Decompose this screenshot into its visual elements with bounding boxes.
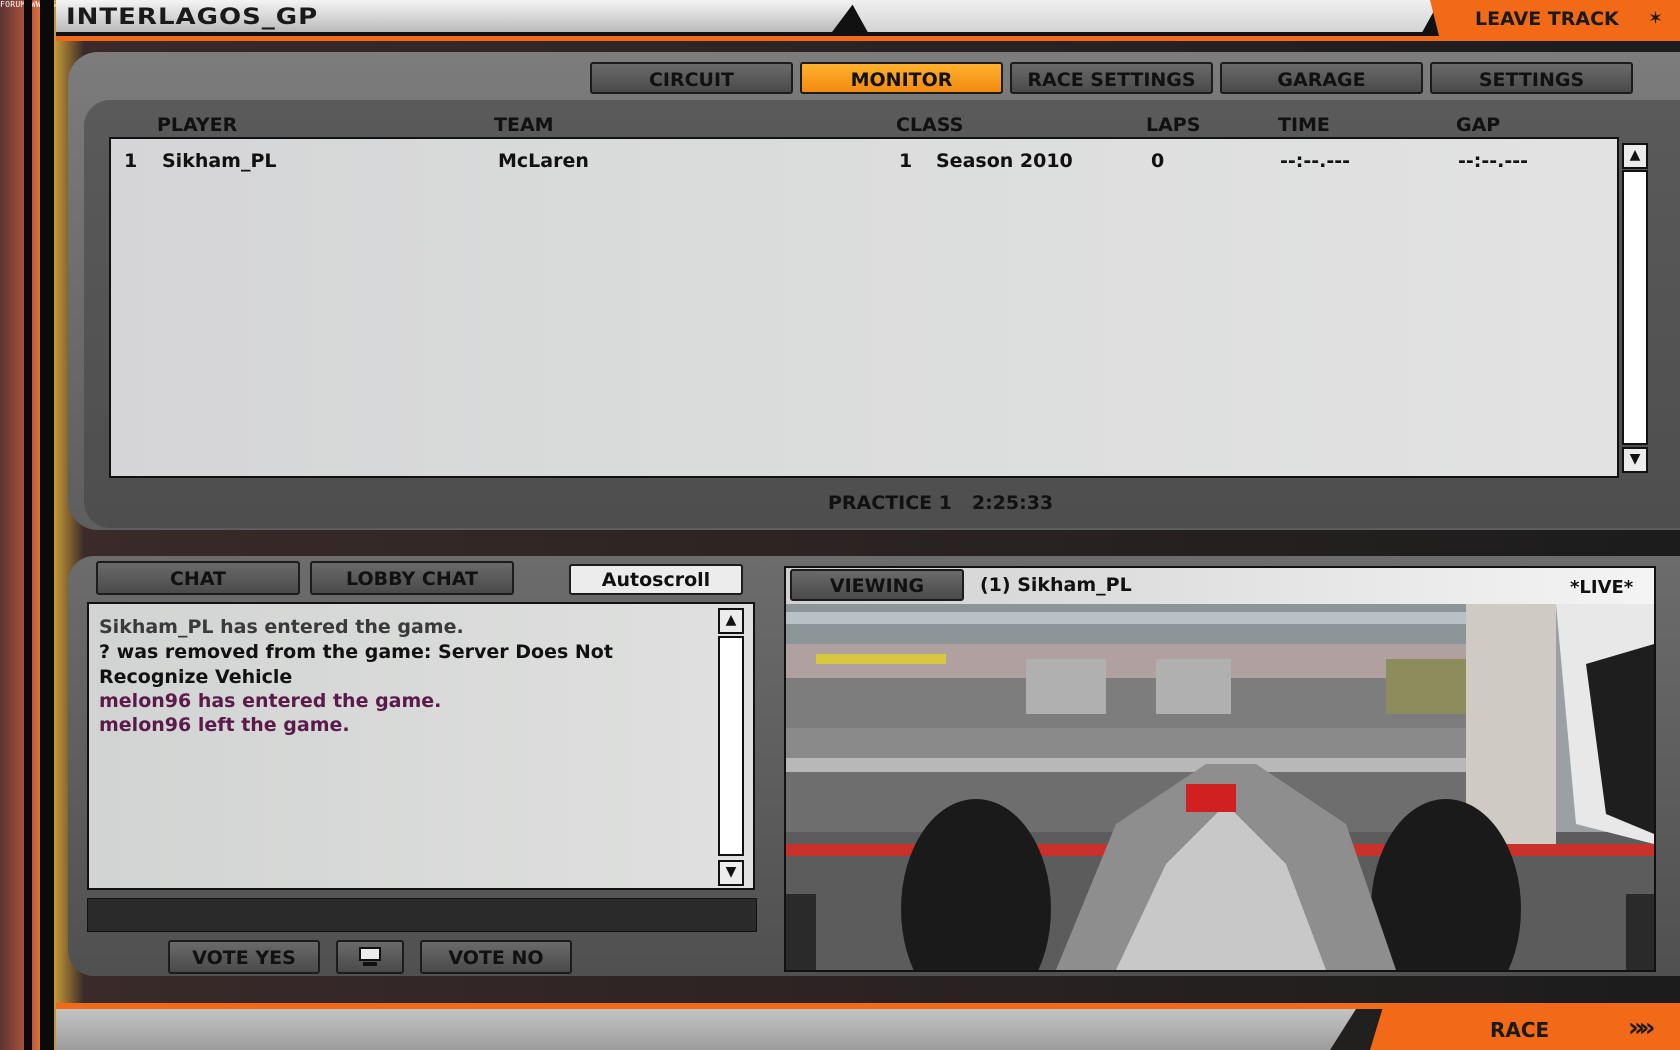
race-arrow-icon[interactable]: »» [1628,1013,1655,1043]
race-scene [786,604,1654,970]
tab-garage[interactable]: GARAGE [1220,62,1423,94]
standings-scrollbar[interactable] [1622,170,1648,445]
session-name: PRACTICE 1 [828,492,952,514]
chat-message: Recognize Vehicle [99,666,293,688]
row-time: --:--.--- [1280,150,1351,172]
chat-message: ? was removed from the game: Server Does… [99,641,613,663]
column-header-laps[interactable]: LAPS [1146,114,1200,136]
bottom-bar [56,1009,1356,1050]
chat-input[interactable] [87,898,757,932]
chat-scrollbar[interactable] [718,636,744,856]
tab-circuit[interactable]: CIRCUIT [590,62,793,94]
column-header-player[interactable]: PLAYER [157,114,237,136]
tab-lobby-chat[interactable]: LOBBY CHAT [310,561,514,595]
track-name: INTERLAGOS_GP [66,4,319,30]
accent-line [56,36,1680,41]
tab-race-settings[interactable]: RACE SETTINGS [1010,62,1213,94]
leave-track-label[interactable]: LEAVE TRACK [1475,8,1619,30]
frame-bar [40,0,54,1050]
scroll-up-icon[interactable]: ▲ [1622,143,1648,169]
tab-chat[interactable]: CHAT [96,561,300,595]
race-label[interactable]: RACE [1490,1018,1549,1042]
row-team: McLaren [498,150,589,172]
onboard-camera-view [786,604,1654,970]
column-header-gap[interactable]: GAP [1456,114,1500,136]
column-header-team[interactable]: TEAM [494,114,554,136]
title-bar-extension [850,0,1440,32]
chat-message: melon96 has entered the game. [99,690,442,712]
standings-list [109,137,1619,478]
scroll-down-icon[interactable]: ▼ [1622,447,1648,473]
vote-no-button[interactable]: VOTE NO [420,940,572,974]
row-gap: --:--.--- [1458,150,1529,172]
row-class: Season 2010 [936,150,1073,172]
close-icon[interactable]: ✶ [1648,8,1663,29]
accent-line [56,1003,1680,1009]
chat-message: melon96 left the game. [99,714,350,736]
chat-scroll-down-icon[interactable]: ▼ [718,860,744,886]
chat-scroll-up-icon[interactable]: ▲ [718,608,744,634]
frame-bar [24,0,32,1050]
tab-settings[interactable]: SETTINGS [1430,62,1633,94]
live-indicator: *LIVE* [1570,577,1634,598]
row-position: 1 [124,150,138,172]
column-header-time[interactable]: TIME [1278,114,1330,136]
autoscroll-toggle[interactable]: Autoscroll [569,564,743,595]
monitor-button[interactable] [336,940,404,974]
column-header-class[interactable]: CLASS [896,114,963,136]
session-clock: 2:25:33 [971,492,1054,514]
row-class-position: 1 [899,150,913,172]
viewed-driver: (1) Sikham_PL [980,574,1132,596]
viewing-button[interactable]: VIEWING [790,569,964,601]
row-laps: 0 [1151,150,1165,172]
row-player: Sikham_PL [162,150,277,172]
tab-monitor[interactable]: MONITOR [800,62,1003,94]
monitor-icon [359,947,381,966]
session-status: PRACTICE 1 2:25:33 [828,492,1053,514]
vote-yes-button[interactable]: VOTE YES [168,940,320,974]
chat-message: Sikham_PL has entered the game. [99,616,464,638]
